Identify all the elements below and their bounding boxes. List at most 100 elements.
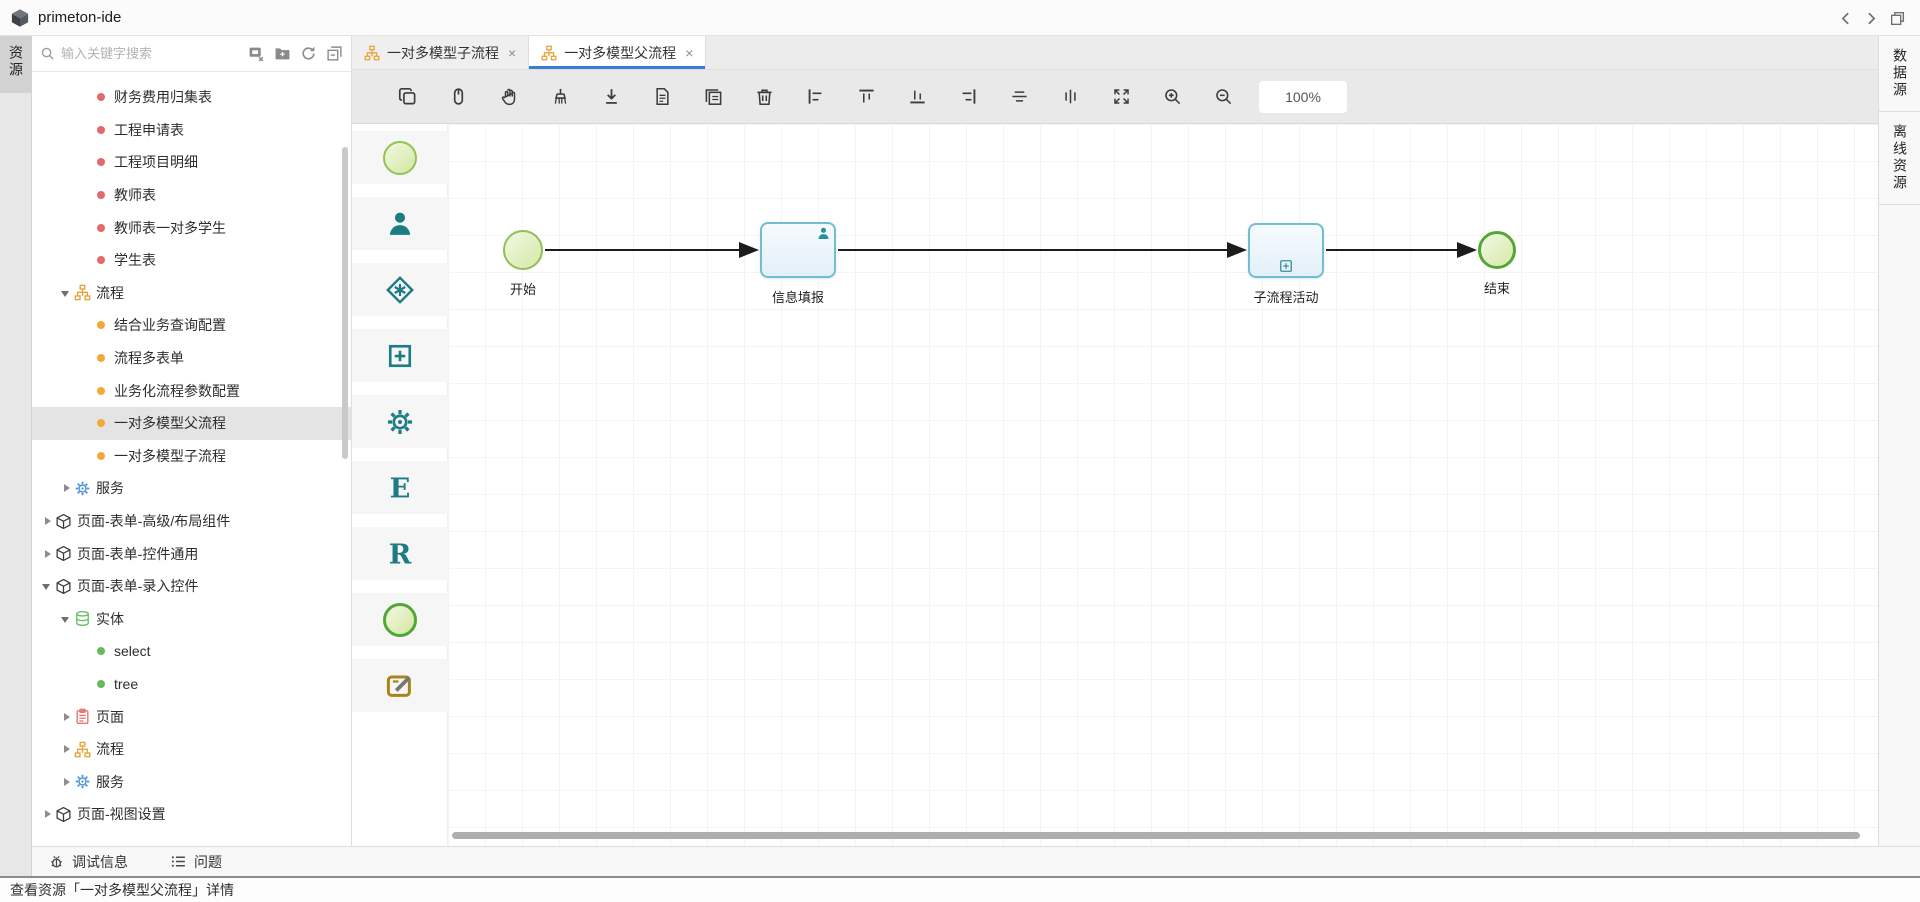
chevron-right-icon[interactable] (38, 807, 53, 822)
tree-item-流程[interactable]: 流程 (32, 733, 351, 766)
search-input[interactable] (61, 46, 244, 61)
item-dot (97, 680, 105, 688)
tree-item-label: 流程多表单 (114, 348, 184, 368)
palette-service-task-tool[interactable] (352, 395, 448, 448)
align-top-button[interactable] (849, 80, 883, 114)
palette-letter-r-tool[interactable]: R (352, 527, 448, 580)
flow-node-结束[interactable] (1478, 231, 1516, 269)
titlebar-nav (1837, 0, 1906, 36)
expander-spacer (76, 155, 91, 170)
import-model-icon[interactable] (248, 45, 265, 62)
delete-button[interactable] (747, 80, 781, 114)
tree-item-页面-表单-控件通用[interactable]: 页面-表单-控件通用 (32, 537, 351, 570)
chevron-right-icon[interactable] (57, 742, 72, 757)
tree-item-财务费用归集表[interactable]: 财务费用归集表 (32, 81, 351, 114)
fit-screen-button[interactable] (1104, 80, 1138, 114)
align-center-horizontal-button[interactable] (1002, 80, 1036, 114)
page-icon (74, 708, 91, 725)
flow-node-label: 开始 (448, 279, 603, 298)
align-left-icon (806, 87, 825, 106)
import-button[interactable] (594, 80, 628, 114)
align-left-button[interactable] (798, 80, 832, 114)
tree-item-服务[interactable]: 服务 (32, 765, 351, 798)
tree-item-学生表[interactable]: 学生表 (32, 244, 351, 277)
chevron-right-icon[interactable] (1863, 10, 1880, 27)
tree-item-业务化流程参数配置[interactable]: 业务化流程参数配置 (32, 374, 351, 407)
align-center-vertical-button[interactable] (1053, 80, 1087, 114)
tree-item-流程多表单[interactable]: 流程多表单 (32, 342, 351, 375)
bottom-tab-调试信息[interactable]: 调试信息 (48, 852, 128, 872)
palette-start-event-tool[interactable] (352, 131, 448, 184)
diagram-canvas[interactable]: 开始信息填报子流程活动结束 (448, 124, 1878, 846)
tree-item-tree[interactable]: tree (32, 668, 351, 701)
chevron-right-icon[interactable] (57, 709, 72, 724)
search-actions (248, 45, 343, 62)
palette-letter-e-tool[interactable]: E (352, 461, 448, 514)
palette-end-event-tool[interactable] (352, 593, 448, 646)
tree-item-教师表[interactable]: 教师表 (32, 179, 351, 212)
mouse-button[interactable] (441, 80, 475, 114)
palette-user-task-tool[interactable] (352, 197, 448, 250)
zoom-level-display[interactable]: 100% (1259, 81, 1347, 113)
close-icon[interactable]: × (508, 45, 516, 61)
document-button[interactable] (645, 80, 679, 114)
flow-node-子流程活动[interactable] (1248, 223, 1324, 278)
tree-item-页面-表单-高级-布局组件[interactable]: 页面-表单-高级/布局组件 (32, 505, 351, 538)
tree-item-教师表一对多学生[interactable]: 教师表一对多学生 (32, 211, 351, 244)
tree-item-工程申请表[interactable]: 工程申请表 (32, 114, 351, 147)
right-strip-tab-数据源[interactable]: 数据源 (1879, 36, 1920, 112)
editor-tab-一对多模型父流程[interactable]: 一对多模型父流程× (529, 36, 706, 69)
tree-item-页面-视图设置[interactable]: 页面-视图设置 (32, 798, 351, 831)
tree-item-流程[interactable]: 流程 (32, 277, 351, 310)
close-icon[interactable]: × (685, 45, 693, 61)
zoom-in-button[interactable] (1155, 80, 1189, 114)
zoom-out-icon (1214, 87, 1233, 106)
tree-item-一对多模型子流程[interactable]: 一对多模型子流程 (32, 440, 351, 473)
tree-item-label: 教师表 (114, 185, 156, 205)
palette-gateway-tool[interactable] (352, 263, 448, 316)
palette-annotation-tool[interactable] (352, 659, 448, 712)
editor-tab-一对多模型子流程[interactable]: 一对多模型子流程× (352, 36, 529, 69)
new-folder-icon[interactable] (274, 45, 291, 62)
status-bar: 查看资源「一对多模型父流程」详情 (0, 876, 1920, 902)
chevron-right-icon[interactable] (38, 514, 53, 529)
tree-item-结合业务查询配置[interactable]: 结合业务查询配置 (32, 309, 351, 342)
tree-item-实体[interactable]: 实体 (32, 603, 351, 636)
flow-node-开始[interactable] (503, 230, 543, 270)
chevron-right-icon[interactable] (57, 774, 72, 789)
clean-icon (551, 87, 570, 106)
tree-item-label: 教师表一对多学生 (114, 218, 226, 238)
copy-button[interactable] (390, 80, 424, 114)
canvas-horizontal-scrollbar[interactable] (452, 832, 1860, 839)
collapse-all-icon[interactable] (326, 45, 343, 62)
restore-window-icon[interactable] (1889, 10, 1906, 27)
chevron-down-icon[interactable] (38, 579, 53, 594)
zoom-out-button[interactable] (1206, 80, 1240, 114)
align-right-button[interactable] (951, 80, 985, 114)
tree-scrollbar[interactable] (342, 147, 348, 459)
item-dot (97, 452, 105, 460)
tree-item-label: 流程 (96, 283, 124, 303)
chevron-down-icon[interactable] (57, 611, 72, 626)
refresh-icon[interactable] (300, 45, 317, 62)
tree-item-一对多模型父流程[interactable]: 一对多模型父流程 (32, 407, 351, 440)
copy-document-button[interactable] (696, 80, 730, 114)
tree-item-页面-表单-录入控件[interactable]: 页面-表单-录入控件 (32, 570, 351, 603)
tree-item-页面[interactable]: 页面 (32, 700, 351, 733)
align-bottom-button[interactable] (900, 80, 934, 114)
chevron-right-icon[interactable] (38, 546, 53, 561)
hand-button[interactable] (492, 80, 526, 114)
clean-button[interactable] (543, 80, 577, 114)
flow-node-信息填报[interactable] (760, 222, 836, 278)
tree-item-服务[interactable]: 服务 (32, 472, 351, 505)
tree-item-工程项目明细[interactable]: 工程项目明细 (32, 146, 351, 179)
chevron-down-icon[interactable] (57, 285, 72, 300)
bottom-tab-问题[interactable]: 问题 (170, 852, 222, 872)
chevron-left-icon[interactable] (1837, 10, 1854, 27)
tree-item-select[interactable]: select (32, 635, 351, 668)
chevron-right-icon[interactable] (57, 481, 72, 496)
expander-spacer (76, 351, 91, 366)
right-strip-tab-离线资源[interactable]: 离线资源 (1879, 112, 1920, 205)
palette-subprocess-tool[interactable] (352, 329, 448, 382)
strip-tab-resources[interactable]: 资源 (0, 36, 32, 93)
